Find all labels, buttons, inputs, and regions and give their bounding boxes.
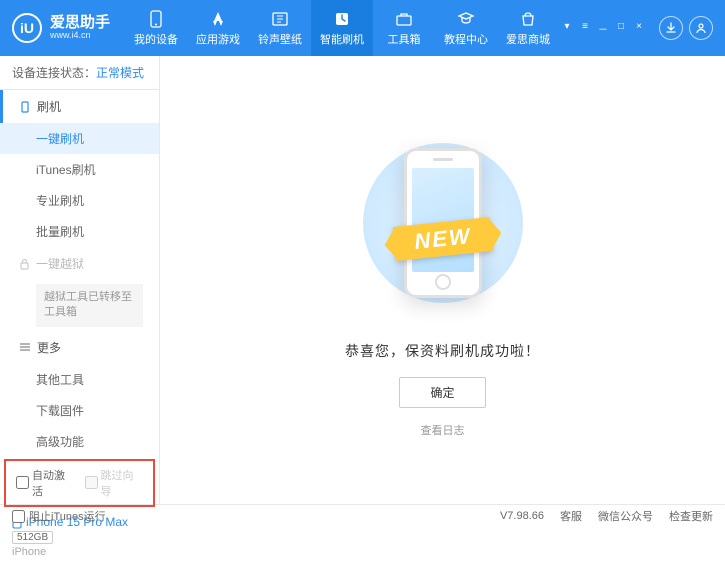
nav-tutorials[interactable]: 教程中心: [435, 0, 497, 56]
device-storage: 512GB: [12, 531, 53, 544]
ringtone-icon: [270, 10, 290, 28]
apps-icon: [208, 10, 228, 28]
sidebar-item-advanced[interactable]: 高级功能: [0, 426, 159, 457]
view-log-link[interactable]: 查看日志: [421, 422, 465, 438]
nav-label: 智能刷机: [320, 31, 364, 47]
settings-icon[interactable]: ≡: [577, 21, 593, 36]
footer-link-update[interactable]: 检查更新: [669, 508, 713, 524]
app-header: iU 爱思助手 www.i4.cn 我的设备 应用游戏 铃声壁纸 智能刷机 工具…: [0, 0, 725, 56]
jailbreak-note: 越狱工具已转移至工具箱: [36, 284, 143, 327]
minimize-icon[interactable]: －: [595, 21, 611, 36]
nav-label: 工具箱: [388, 31, 421, 47]
connection-status: 设备连接状态：正常模式: [0, 56, 159, 90]
sidebar-section-jailbreak: 一键越狱: [0, 247, 159, 280]
header-controls: ▾ ≡ － □ ×: [559, 16, 713, 40]
nav-label: 铃声壁纸: [258, 31, 302, 47]
toolbox-icon: [394, 10, 414, 28]
sidebar: 设备连接状态：正常模式 刷机 一键刷机 iTunes刷机 专业刷机 批量刷机 一…: [0, 56, 160, 504]
nav-toolbox[interactable]: 工具箱: [373, 0, 435, 56]
user-button[interactable]: [689, 16, 713, 40]
nav-my-device[interactable]: 我的设备: [125, 0, 187, 56]
nav-label: 教程中心: [444, 31, 488, 47]
version-label: V7.98.66: [500, 510, 544, 522]
logo-icon: iU: [12, 13, 42, 43]
lock-icon: [19, 258, 30, 270]
activation-options: 自动激活 跳过向导: [4, 459, 155, 507]
main-content: NEW 恭喜您，保资料刷机成功啦！ 确定 查看日志: [160, 56, 725, 504]
block-itunes-checkbox[interactable]: 阻止iTunes运行: [12, 508, 106, 524]
window-controls: ▾ ≡ － □ ×: [559, 21, 647, 36]
maximize-icon[interactable]: □: [613, 21, 629, 36]
sidebar-section-more[interactable]: 更多: [0, 331, 159, 364]
menu-icon[interactable]: ▾: [559, 21, 575, 36]
app-subtitle: www.i4.cn: [50, 31, 110, 41]
store-icon: [518, 10, 538, 28]
nav-label: 爱思商城: [506, 31, 550, 47]
more-icon: [19, 342, 31, 352]
top-nav: 我的设备 应用游戏 铃声壁纸 智能刷机 工具箱 教程中心 爱思商城: [125, 0, 559, 56]
success-message: 恭喜您，保资料刷机成功啦！: [345, 341, 540, 361]
nav-flash[interactable]: 智能刷机: [311, 0, 373, 56]
sidebar-section-flash[interactable]: 刷机: [0, 90, 159, 123]
sidebar-item-download-firmware[interactable]: 下载固件: [0, 395, 159, 426]
tutorial-icon: [456, 10, 476, 28]
device-icon: [146, 10, 166, 28]
sidebar-item-pro-flash[interactable]: 专业刷机: [0, 185, 159, 216]
footer-link-support[interactable]: 客服: [560, 508, 582, 524]
nav-ringtones[interactable]: 铃声壁纸: [249, 0, 311, 56]
device-type: iPhone: [12, 546, 147, 558]
sidebar-item-itunes-flash[interactable]: iTunes刷机: [0, 154, 159, 185]
sidebar-item-batch-flash[interactable]: 批量刷机: [0, 216, 159, 247]
skip-guide-checkbox[interactable]: 跳过向导: [85, 467, 144, 499]
nav-store[interactable]: 爱思商城: [497, 0, 559, 56]
logo-area: iU 爱思助手 www.i4.cn: [12, 13, 125, 43]
nav-apps[interactable]: 应用游戏: [187, 0, 249, 56]
sidebar-item-other-tools[interactable]: 其他工具: [0, 364, 159, 395]
nav-label: 应用游戏: [196, 31, 240, 47]
ok-button[interactable]: 确定: [399, 377, 485, 408]
footer-link-wechat[interactable]: 微信公众号: [598, 508, 653, 524]
success-illustration: NEW: [363, 123, 523, 323]
flash-section-icon: [19, 101, 31, 113]
sidebar-item-oneclick-flash[interactable]: 一键刷机: [0, 123, 159, 154]
auto-activate-checkbox[interactable]: 自动激活: [16, 467, 75, 499]
close-icon[interactable]: ×: [631, 21, 647, 36]
app-title: 爱思助手: [50, 15, 110, 32]
flash-icon: [332, 10, 352, 28]
download-button[interactable]: [659, 16, 683, 40]
nav-label: 我的设备: [134, 31, 178, 47]
